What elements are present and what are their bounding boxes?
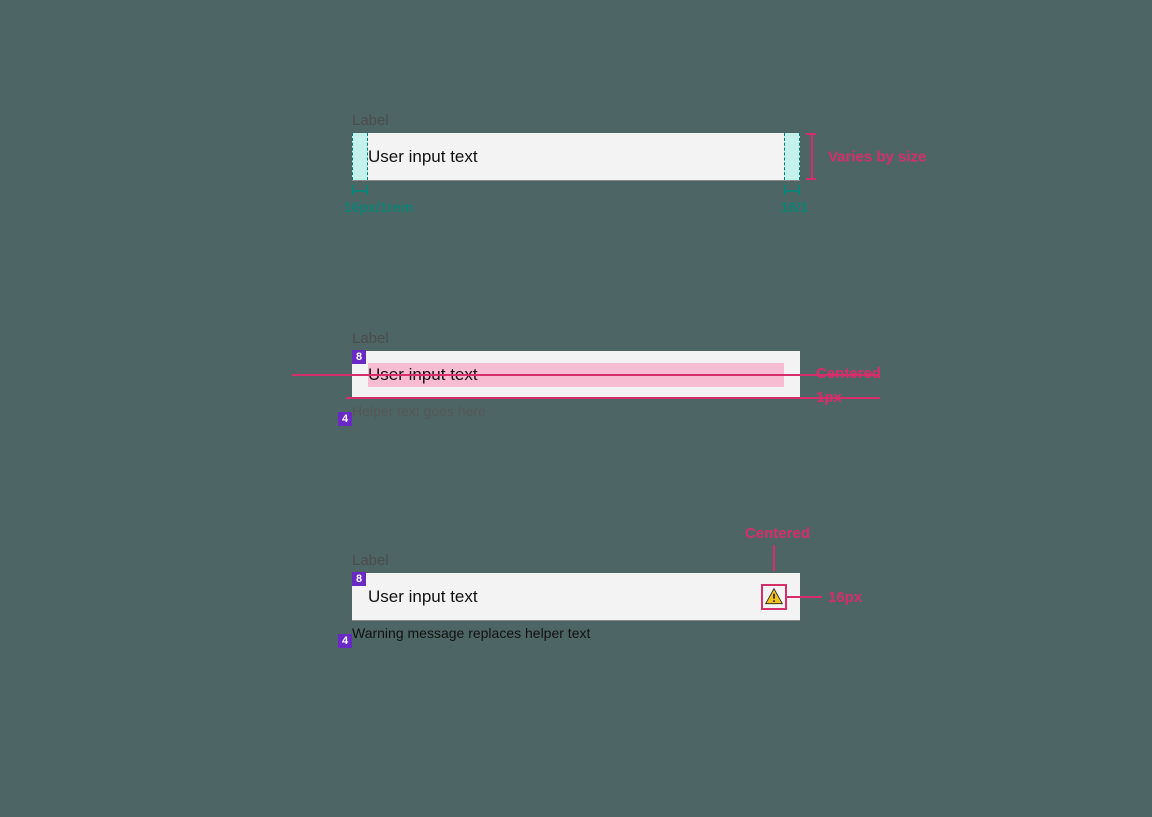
warning-icon — [764, 587, 784, 607]
annotation-border-width: 1px — [816, 389, 842, 406]
padding-highlight-left — [352, 133, 368, 180]
input-value: User input text — [368, 365, 478, 385]
text-input[interactable]: User input text 16px/1rem 16/1 Varies by… — [352, 133, 800, 181]
annotation-centered: Centered — [745, 525, 810, 542]
helper-text: Helper text goes here — [352, 403, 800, 419]
input-spec-warning: Label 8 User input text Centered 16px 4 … — [352, 552, 800, 641]
padding-highlight-right — [784, 133, 800, 180]
input-spec-padding: Label User input text 16px/1rem 16/1 Var… — [352, 112, 800, 181]
input-value: User input text — [368, 147, 478, 167]
text-input[interactable]: User input text Centered 1px — [352, 351, 800, 399]
spacing-badge-top: 8 — [352, 350, 366, 364]
padding-right-label: 16/1 — [781, 199, 808, 215]
input-spec-centering: Label 8 User input text Centered 1px 4 H… — [352, 330, 800, 419]
field-label: Label — [352, 330, 800, 347]
spacing-badge-top: 8 — [352, 572, 366, 586]
text-input[interactable]: User input text Centered 16px — [352, 573, 800, 621]
annotation-icon-size: 16px — [828, 589, 862, 606]
annotation-connector-horizontal — [786, 596, 822, 598]
border-guideline — [346, 397, 880, 399]
spacing-badge-bottom: 4 — [338, 412, 352, 426]
field-label: Label — [352, 552, 800, 569]
spacing-badge-bottom: 4 — [338, 634, 352, 648]
warning-message: Warning message replaces helper text — [352, 625, 800, 641]
height-label: Varies by size — [828, 148, 926, 165]
dimension-padding-right: 16/1 — [784, 185, 800, 195]
annotation-connector-vertical — [773, 545, 775, 571]
dimension-height — [806, 133, 816, 180]
field-label: Label — [352, 112, 800, 129]
input-value: User input text — [368, 587, 478, 607]
dimension-padding-left: 16px/1rem — [352, 185, 368, 195]
padding-left-label: 16px/1rem — [344, 199, 413, 215]
